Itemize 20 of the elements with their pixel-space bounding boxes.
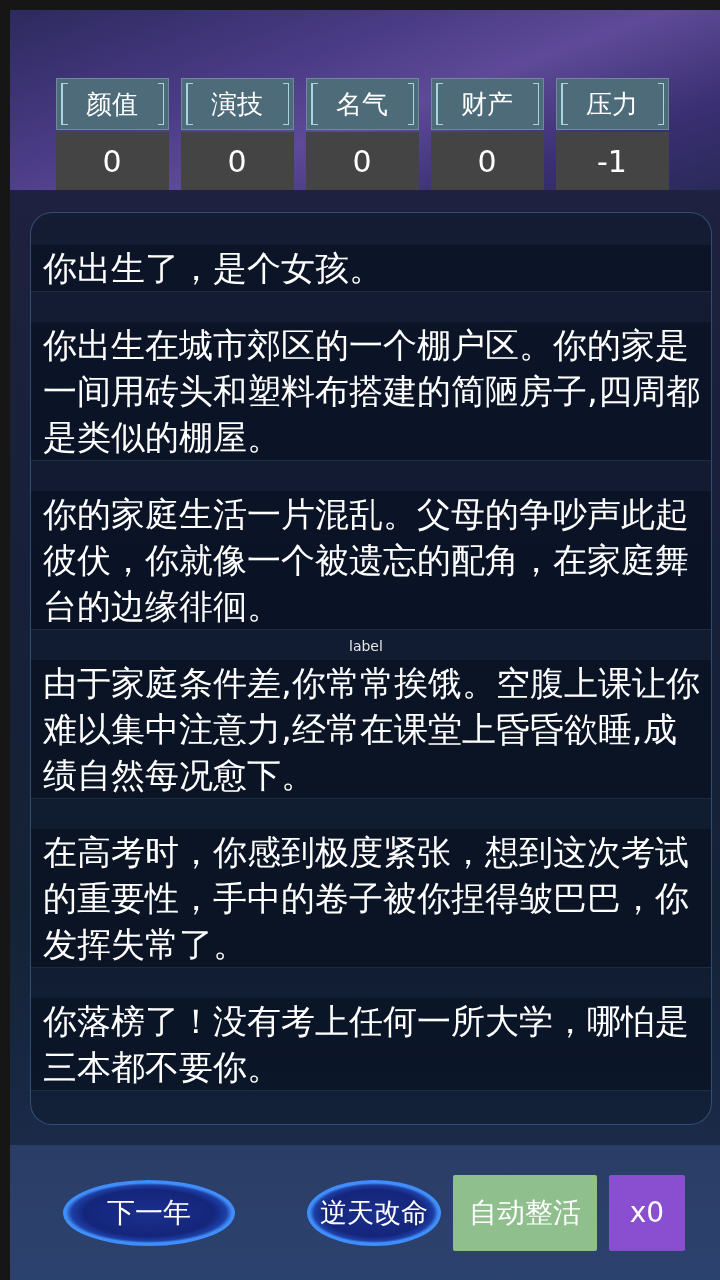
stat-label: 演技 (180, 78, 294, 130)
story-paragraph: 你的家庭生活一片混乱。父母的争吵声此起彼伏，你就像一个被遗忘的配角，在家庭舞台的边缘徘徊。 (31, 491, 711, 630)
orb-button[interactable]: 逆天改命 (307, 1179, 441, 1246)
stat-value: 0 (180, 132, 294, 190)
orb-button[interactable]: 下一年 (63, 1179, 235, 1246)
story-paragraph: 由于家庭条件差,你常常挨饿。空腹上课让你难以集中注意力,经常在课堂上昏昏欲睡,成绩自然每况愈下。 (31, 660, 711, 799)
stat-value: 0 (430, 132, 544, 190)
stat-label: 压力 (555, 78, 669, 130)
story-paragraph: 你出生了，是个女孩。 (31, 245, 711, 292)
stat-label: 财产 (430, 78, 544, 130)
stat-value: 0 (55, 132, 169, 190)
stat-label: 颜值 (55, 78, 169, 130)
story-paragraph: 在高考时，你感到极度紧张，想到这次考试的重要性，手中的卷子被你捏得皱巴巴，你发挥失常了。 (31, 829, 711, 968)
story-paragraph: 你落榜了！没有考上任何一所大学，哪怕是三本都不要你。 (31, 998, 711, 1091)
stat-label: 名气 (305, 78, 419, 130)
action-button[interactable]: x0 (609, 1174, 685, 1251)
story-paragraph: 你出生在城市郊区的一个棚户区。你的家是一间用砖头和塑料布搭建的简陋房子,四周都是类似的棚屋。 (31, 322, 711, 461)
stat-value: 0 (305, 132, 419, 190)
floating-label: label (349, 638, 383, 654)
stat-value: -1 (555, 132, 669, 190)
